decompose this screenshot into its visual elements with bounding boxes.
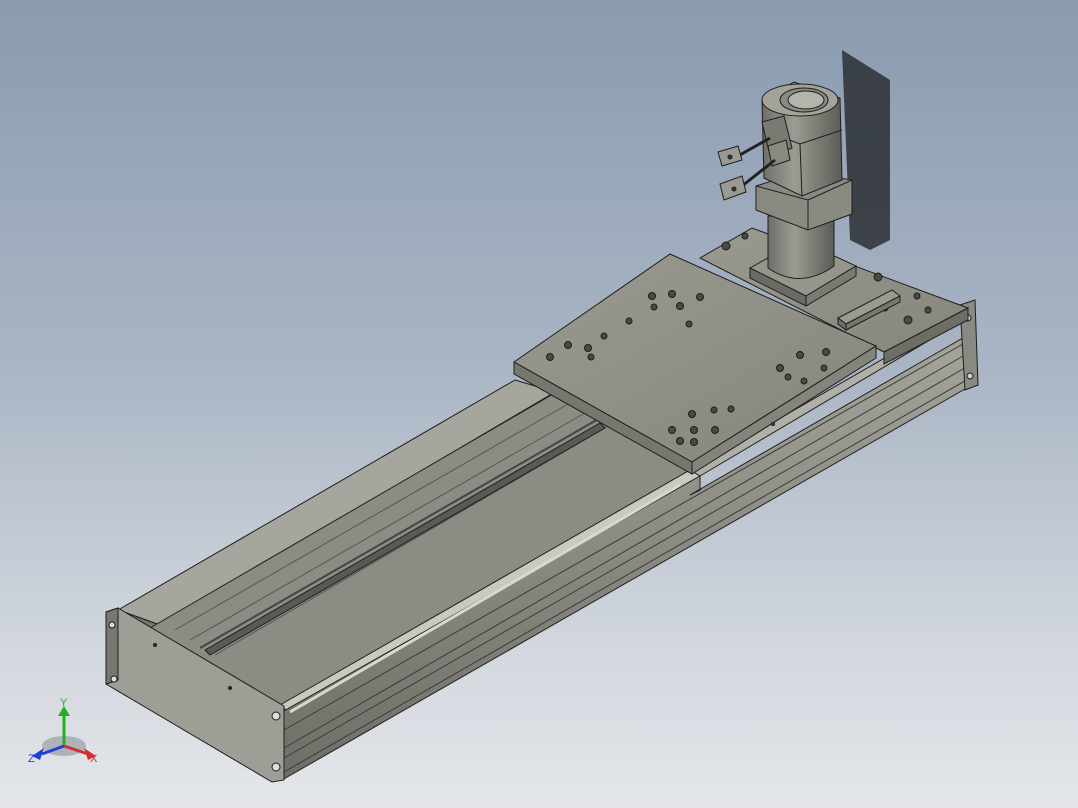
- graphics-viewport[interactable]: Y X Z: [0, 0, 1078, 808]
- coordinate-triad: Y X Z: [28, 697, 98, 765]
- z-axis-label: Z: [28, 753, 35, 765]
- servo-motor[interactable]: [748, 81, 858, 307]
- y-axis-label: Y: [60, 697, 68, 709]
- cad-model[interactable]: [0, 0, 1078, 808]
- motor-shadow: [842, 50, 890, 250]
- x-axis-label: X: [90, 753, 98, 765]
